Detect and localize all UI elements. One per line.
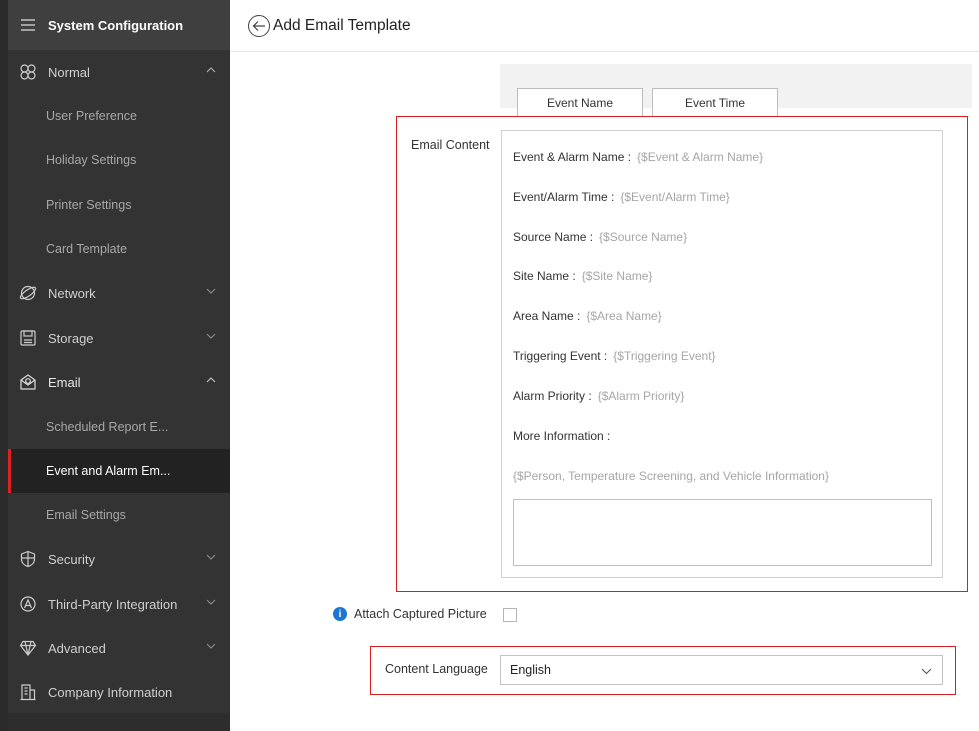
row-name: Source Name :: [513, 230, 594, 244]
network-icon: [8, 284, 48, 302]
content-row-event-alarm-time: Event/Alarm Time : {$Event/Alarm Time}: [513, 190, 730, 204]
chevron-up-icon: [206, 377, 216, 383]
sidebar-group-label: Storage: [48, 330, 94, 346]
content-row-area-name: Area Name : {$Area Name}: [513, 309, 662, 323]
sidebar: System Configuration Normal User Prefere…: [0, 0, 230, 731]
app-window: System Configuration Normal User Prefere…: [0, 0, 979, 731]
chevron-up-icon: [206, 67, 216, 73]
chevron-down-icon: [206, 288, 216, 294]
row-name: Event/Alarm Time :: [513, 190, 615, 204]
row-name: Alarm Priority :: [513, 389, 592, 403]
sidebar-group-label: Normal: [48, 64, 90, 80]
content-row-source-name: Source Name : {$Source Name}: [513, 230, 687, 244]
shield-icon: [8, 550, 48, 568]
integration-icon: [8, 595, 48, 613]
event-name-variable-button[interactable]: Event Name: [517, 88, 643, 117]
sidebar-group-network[interactable]: Network: [8, 271, 230, 315]
email-icon: [8, 373, 48, 391]
event-time-variable-button[interactable]: Event Time: [652, 88, 778, 117]
sidebar-group-label: Third-Party Integration: [48, 596, 178, 612]
chevron-down-icon: [206, 554, 216, 560]
storage-icon: [8, 329, 48, 347]
building-icon: [8, 683, 48, 701]
row-variable: {$Alarm Priority}: [597, 389, 685, 403]
content-row-more-information: More Information :: [513, 429, 610, 443]
content-language-select[interactable]: English: [500, 655, 943, 685]
page-header: Add Email Template: [230, 0, 979, 52]
sidebar-item-label: Event and Alarm Em...: [46, 464, 171, 478]
sidebar-group-third-party[interactable]: Third-Party Integration: [8, 582, 230, 626]
sidebar-item-label: Printer Settings: [46, 198, 132, 212]
sidebar-footer: [8, 713, 230, 731]
row-name: Event & Alarm Name :: [513, 150, 632, 164]
menu-icon[interactable]: [8, 19, 48, 31]
row-name: Site Name :: [513, 269, 576, 283]
chevron-down-icon: [921, 668, 932, 675]
sidebar-item-label: Holiday Settings: [46, 153, 137, 167]
diamond-icon: [8, 639, 48, 657]
arrow-left-icon: [252, 20, 265, 31]
sidebar-item-scheduled-report-email[interactable]: Scheduled Report E...: [8, 405, 230, 449]
chevron-down-icon: [206, 599, 216, 605]
page-title: Add Email Template: [273, 16, 411, 34]
active-indicator: [8, 449, 11, 493]
content-language-value: English: [510, 663, 551, 677]
content-row-alarm-priority: Alarm Priority : {$Alarm Priority}: [513, 389, 684, 403]
row-variable: {$Event/Alarm Time}: [620, 190, 730, 204]
sidebar-item-label: User Preference: [46, 109, 138, 123]
sidebar-header: System Configuration: [8, 0, 230, 50]
sidebar-item-label: Scheduled Report E...: [46, 420, 169, 434]
normal-icon: [8, 63, 48, 81]
sidebar-title: System Configuration: [48, 17, 184, 33]
sidebar-group-label: Security: [48, 551, 95, 567]
sidebar-group-label: Network: [48, 285, 96, 301]
back-button[interactable]: [248, 14, 270, 37]
more-info-variable: {$Person, Temperature Screening, and Veh…: [513, 469, 829, 483]
content-row-site-name: Site Name : {$Site Name}: [513, 269, 652, 283]
attach-picture-checkbox[interactable]: [503, 608, 517, 622]
sidebar-edge: [0, 0, 8, 731]
sidebar-group-label: Advanced: [48, 640, 106, 656]
sidebar-group-advanced[interactable]: Advanced: [8, 626, 230, 670]
sidebar-item-label: Card Template: [46, 242, 128, 256]
sidebar-item-user-preference[interactable]: User Preference: [8, 94, 230, 138]
sidebar-item-printer-settings[interactable]: Printer Settings: [8, 183, 230, 227]
sidebar-item-holiday-settings[interactable]: Holiday Settings: [8, 138, 230, 182]
row-name: More Information :: [513, 429, 611, 443]
content-language-label: Content Language: [385, 662, 488, 676]
attach-picture-label: Attach Captured Picture: [354, 607, 487, 621]
row-name: Triggering Event :: [513, 349, 608, 363]
content-row-event-alarm-name: Event & Alarm Name : {$Event & Alarm Name…: [513, 150, 763, 164]
custom-text-area[interactable]: [513, 499, 932, 566]
row-variable: {$Event & Alarm Name}: [637, 150, 764, 164]
chevron-down-icon: [206, 643, 216, 649]
row-variable: {$Source Name}: [599, 230, 688, 244]
sidebar-item-label: Email Settings: [46, 508, 126, 522]
sidebar-group-email[interactable]: Email: [8, 360, 230, 404]
sidebar-group-storage[interactable]: Storage: [8, 316, 230, 360]
sidebar-item-email-settings[interactable]: Email Settings: [8, 493, 230, 537]
content-row-triggering-event: Triggering Event : {$Triggering Event}: [513, 349, 716, 363]
row-variable: {$Triggering Event}: [613, 349, 716, 363]
sidebar-item-event-alarm-email[interactable]: Event and Alarm Em...: [8, 449, 230, 493]
chevron-down-icon: [206, 333, 216, 339]
email-content-label: Email Content: [411, 138, 490, 152]
row-name: Area Name :: [513, 309, 581, 323]
sidebar-group-security[interactable]: Security: [8, 537, 230, 581]
sidebar-item-card-template[interactable]: Card Template: [8, 227, 230, 271]
row-variable: {$Area Name}: [586, 309, 662, 323]
info-icon[interactable]: i: [333, 607, 347, 621]
sidebar-group-label: Company Information: [48, 684, 173, 700]
sidebar-group-company[interactable]: Company Information: [8, 670, 230, 714]
sidebar-group-label: Email: [48, 374, 81, 390]
row-variable: {$Site Name}: [581, 269, 653, 283]
sidebar-group-normal[interactable]: Normal: [8, 50, 230, 94]
